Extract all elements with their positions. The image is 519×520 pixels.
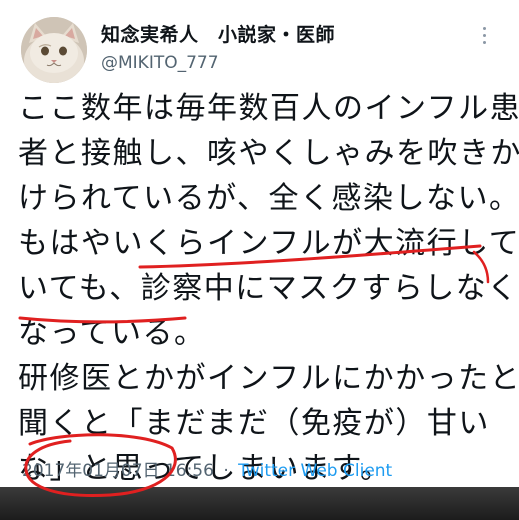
tweet-client-link[interactable]: Twitter Web Client [238,461,392,481]
tweet-date[interactable]: 2017年01月07日 [22,461,160,481]
tweet-text: ここ数年は毎年数百人のインフル患 者と接触し、咳やくしゃみを吹きか けられている… [18,86,519,491]
author-handle[interactable]: @MIKITO_777 [101,53,219,73]
tweet-line: いても、診察中にマスクすらしなく [18,271,519,306]
tweet-line: なっている。 [18,316,206,351]
more-options-icon[interactable] [477,27,491,49]
tweet-line: 聞くと「まだまだ（免疫が）甘い [18,406,490,441]
author-display-name[interactable]: 知念実希人 小説家・医師 [101,20,335,47]
tweet-line: ここ数年は毎年数百人のインフル患 [18,91,519,126]
cat-avatar-icon [21,17,87,83]
tweet-line: 研修医とかがインフルにかかったと [18,361,519,396]
tweet-time[interactable]: 16:56 [165,461,214,481]
cat-avatar[interactable] [21,17,87,83]
tweet-metadata: 2017年01月07日 16:56 · Twitter Web Client [22,456,392,481]
tweet-line: 者と接触し、咳やくしゃみを吹きか [18,136,519,171]
tweet-line: もはやいくらインフルが大流行して [18,226,519,261]
meta-separator: · [223,461,229,481]
tweet-line: けられているが、全く感染しない。 [18,181,519,216]
tweet-card: 知念実希人 小説家・医師 @MIKITO_777 ここ数年は毎年数百人のインフル… [0,0,519,520]
bottom-bar [0,487,519,520]
